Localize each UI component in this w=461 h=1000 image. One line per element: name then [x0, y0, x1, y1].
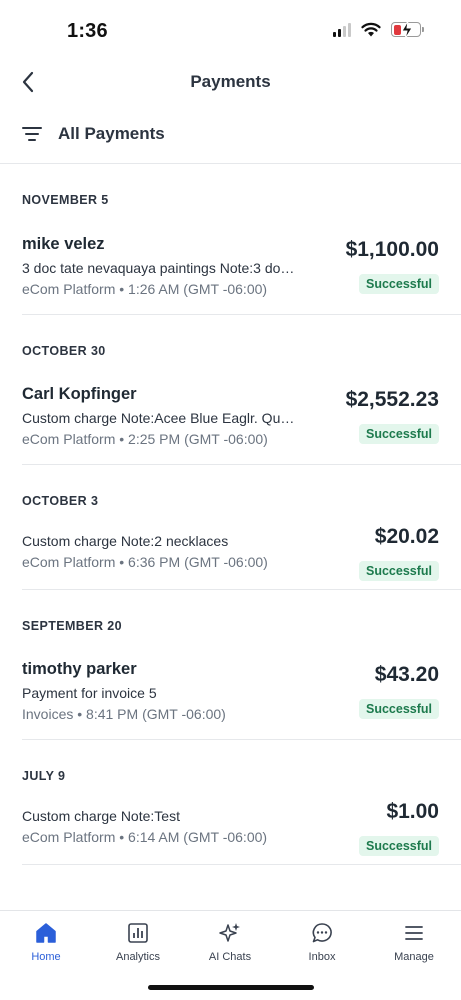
status-badge: Successful — [358, 836, 439, 856]
payment-row[interactable]: mike velez 3 doc tate nevaquaya painting… — [22, 231, 461, 315]
section-date: JULY 9 — [22, 769, 66, 783]
payment-meta: eCom Platform • 6:36 PM (GMT -06:00) — [22, 554, 268, 570]
payment-meta: eCom Platform • 2:25 PM (GMT -06:00) — [22, 431, 268, 447]
section-date: OCTOBER 30 — [22, 344, 106, 358]
filter-label: All Payments — [58, 124, 165, 143]
payment-row[interactable]: Custom charge Note:2 necklaces eCom Plat… — [22, 521, 461, 590]
tab-label: Manage — [394, 951, 434, 963]
filter-row: All Payments — [0, 114, 461, 164]
payment-meta: eCom Platform • 6:14 AM (GMT -06:00) — [22, 829, 268, 845]
filter-button[interactable]: All Payments — [22, 124, 165, 144]
payment-description: Custom charge Note:2 necklaces — [22, 533, 229, 549]
status-time: 1:36 — [67, 20, 108, 42]
analytics-icon — [128, 923, 148, 943]
payment-row[interactable]: Carl Kopfinger Custom charge Note:Acee B… — [22, 381, 461, 465]
home-icon — [36, 923, 56, 943]
tab-home[interactable]: Home — [0, 911, 92, 971]
status-bar: 1:36 — [0, 0, 461, 60]
payer-name: Carl Kopfinger — [22, 385, 137, 403]
payment-description: Custom charge Note:Test — [22, 808, 180, 824]
payment-description: Custom charge Note:Acee Blue Eaglr. Qu… — [22, 410, 295, 426]
payment-row[interactable]: timothy parker Payment for invoice 5 Inv… — [22, 656, 461, 740]
status-badge: Successful — [358, 274, 439, 294]
payment-meta: eCom Platform • 1:26 AM (GMT -06:00) — [22, 281, 268, 297]
status-badge: Successful — [358, 699, 439, 719]
tab-label: Analytics — [115, 951, 161, 963]
payment-meta: Invoices • 8:41 PM (GMT -06:00) — [22, 706, 226, 722]
payment-amount: $2,552.23 — [345, 388, 439, 411]
tab-ai-chats[interactable]: AI Chats — [184, 911, 276, 971]
section-date: SEPTEMBER 20 — [22, 619, 122, 633]
payment-row[interactable]: Custom charge Note:Test eCom Platform • … — [22, 796, 461, 865]
payment-description: 3 doc tate nevaquaya paintings Note:3 do… — [22, 260, 295, 276]
payer-name: mike velez — [22, 235, 105, 253]
tab-label: Inbox — [308, 951, 336, 963]
status-icons — [333, 20, 424, 40]
tab-manage[interactable]: Manage — [368, 911, 460, 971]
tab-analytics[interactable]: Analytics — [92, 911, 184, 971]
section-date: NOVEMBER 5 — [22, 193, 109, 207]
payment-amount: $43.20 — [374, 663, 439, 686]
cellular-signal-icon — [333, 22, 351, 37]
payment-amount: $1.00 — [386, 800, 439, 823]
filter-icon — [22, 127, 42, 141]
payment-amount: $1,100.00 — [345, 238, 439, 261]
app-header: Payments — [0, 60, 461, 104]
tab-inbox[interactable]: Inbox — [276, 911, 368, 971]
payment-description: Payment for invoice 5 — [22, 685, 157, 701]
status-badge: Successful — [358, 561, 439, 581]
status-badge: Successful — [358, 424, 439, 444]
battery-icon — [391, 20, 424, 40]
tab-label: AI Chats — [208, 951, 252, 963]
chat-bubble-icon — [312, 923, 332, 943]
sparkle-icon — [219, 923, 240, 942]
payer-name: timothy parker — [22, 660, 137, 678]
home-indicator — [148, 985, 314, 990]
section-date: OCTOBER 3 — [22, 494, 99, 508]
wifi-icon — [361, 22, 381, 37]
page-title: Payments — [190, 72, 271, 91]
payment-amount: $20.02 — [374, 525, 439, 548]
tab-label: Home — [31, 951, 61, 963]
menu-icon — [405, 926, 423, 940]
